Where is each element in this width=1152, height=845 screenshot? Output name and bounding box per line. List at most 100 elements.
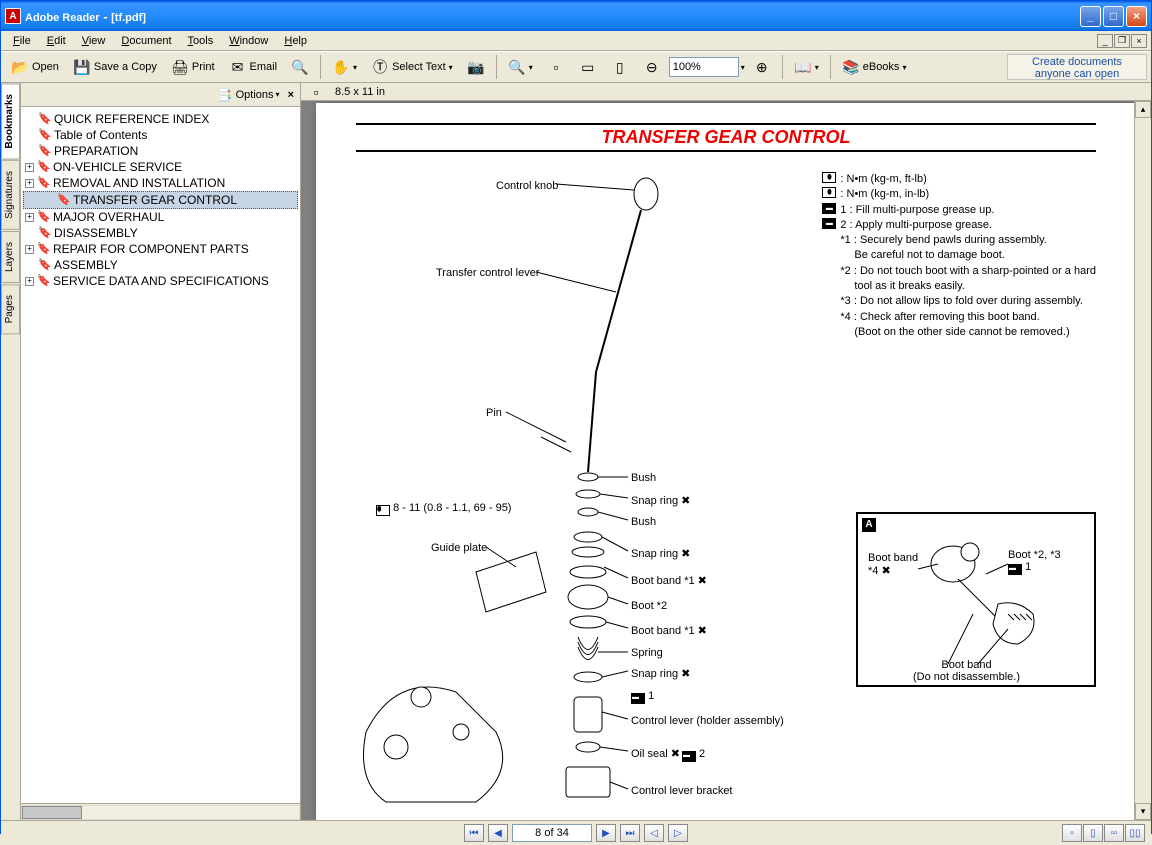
bookmark-item[interactable]: 🔖Table of Contents (23, 127, 298, 143)
tab-signatures[interactable]: Signatures (1, 160, 20, 230)
select-text-button[interactable]: ⓉSelect Text▾ (365, 54, 459, 80)
zoom-plus-button[interactable]: ⊕ (747, 54, 777, 80)
bookmark-label: PREPARATION (54, 144, 296, 158)
bookmark-item[interactable]: 🔖PREPARATION (23, 143, 298, 159)
menu-window[interactable]: Window (221, 33, 276, 49)
search-button[interactable]: 🔍 (285, 54, 315, 80)
scroll-up-button[interactable]: ▴ (1135, 101, 1151, 118)
bookmark-item[interactable]: +🔖REMOVAL AND INSTALLATION (23, 175, 298, 191)
zoom-out-button[interactable]: ⊖ (637, 54, 667, 80)
mdi-minimize-button[interactable]: _ (1097, 34, 1113, 48)
page-actual-icon: ▫ (547, 58, 565, 76)
camera-icon: 📷 (467, 58, 485, 76)
bookmark-icon: 🔖 (37, 242, 51, 256)
toolbar: 📂Open 💾Save a Copy 🖨Print ✉Email 🔍 ✋▾ ⓉS… (1, 51, 1151, 83)
bookmark-label: DISASSEMBLY (54, 226, 296, 240)
minus-circle-icon: ⊖ (643, 58, 661, 76)
menu-edit[interactable]: Edit (39, 33, 74, 49)
bookmark-item[interactable]: +🔖MAJOR OVERHAUL (23, 209, 298, 225)
page-dimensions: 8.5 x 11 in (335, 86, 385, 98)
expand-icon[interactable]: + (25, 213, 34, 222)
mdi-close-button[interactable]: × (1131, 34, 1147, 48)
menu-view[interactable]: View (74, 33, 114, 49)
bookmark-icon: 🔖 (37, 160, 51, 174)
next-page-button[interactable]: ▶ (596, 824, 616, 842)
open-button[interactable]: 📂Open (5, 54, 65, 80)
page-number-input[interactable] (512, 824, 592, 842)
expand-icon[interactable]: + (25, 277, 34, 286)
navigation-bar: ⏮ ◀ ▶ ⏭ ◁ ▷ ▫ ▯ ▫▫ ▯▯ (1, 820, 1151, 845)
bookmark-item[interactable]: 🔖TRANSFER GEAR CONTROL (23, 191, 298, 209)
close-button[interactable]: × (1126, 6, 1147, 27)
fit-page-button[interactable]: ▭ (573, 54, 603, 80)
tab-layers[interactable]: Layers (1, 231, 20, 283)
document-page: TRANSFER GEAR CONTROL ⬮: N•m (kg-m, ft-l… (316, 103, 1136, 820)
bookmark-label: SERVICE DATA AND SPECIFICATIONS (53, 274, 296, 288)
plus-circle-icon: ⊕ (753, 58, 771, 76)
snapshot-button[interactable]: 📷 (461, 54, 491, 80)
last-page-button[interactable]: ⏭ (620, 824, 640, 842)
first-page-button[interactable]: ⏮ (464, 824, 484, 842)
bookmark-item[interactable]: 🔖QUICK REFERENCE INDEX (23, 111, 298, 127)
minimize-button[interactable]: _ (1080, 6, 1101, 27)
hand-tool-button[interactable]: ✋▾ (326, 54, 363, 80)
save-copy-button[interactable]: 💾Save a Copy (67, 54, 163, 80)
floppy-icon: 💾 (73, 58, 91, 76)
envelope-icon: ✉ (229, 58, 247, 76)
tab-pages[interactable]: Pages (1, 284, 20, 334)
bookmark-item[interactable]: +🔖REPAIR FOR COMPONENT PARTS (23, 241, 298, 257)
page-size-icon: ▫ (307, 83, 325, 101)
app-icon: A (5, 8, 21, 24)
document-vscroll[interactable]: ▴ ▾ (1134, 101, 1151, 820)
bookmark-label: Table of Contents (54, 128, 296, 142)
expand-icon[interactable]: + (25, 179, 34, 188)
facing-view-button[interactable]: ▫▫ (1104, 824, 1124, 842)
email-button[interactable]: ✉Email (223, 54, 284, 80)
read-aloud-button[interactable]: 📖▾ (788, 54, 825, 80)
bookmark-label: REMOVAL AND INSTALLATION (53, 176, 296, 190)
zoom-input[interactable] (669, 57, 739, 77)
binoculars-icon: 🔍 (291, 58, 309, 76)
menu-file[interactable]: File (5, 33, 39, 49)
next-view-button[interactable]: ▷ (668, 824, 688, 842)
folder-open-icon: 📂 (11, 58, 29, 76)
close-panel-button[interactable]: × (288, 89, 294, 101)
single-page-view-button[interactable]: ▫ (1062, 824, 1082, 842)
zoom-in-button[interactable]: 🔍▾ (502, 54, 539, 80)
inset-a: A (856, 512, 1096, 687)
bookmark-label: ASSEMBLY (54, 258, 296, 272)
prev-page-button[interactable]: ◀ (488, 824, 508, 842)
fit-width-icon: ▯ (611, 58, 629, 76)
sidebar-hscroll[interactable] (21, 803, 300, 820)
options-dropdown[interactable]: 📑Options ▾ (216, 86, 280, 104)
continuous-facing-view-button[interactable]: ▯▯ (1125, 824, 1145, 842)
bookmark-item[interactable]: +🔖ON-VEHICLE SERVICE (23, 159, 298, 175)
fit-width-button[interactable]: ▯ (605, 54, 635, 80)
mdi-restore-button[interactable]: ❐ (1114, 34, 1130, 48)
bookmark-label: REPAIR FOR COMPONENT PARTS (53, 242, 296, 256)
text-select-icon: Ⓣ (371, 58, 389, 76)
continuous-view-button[interactable]: ▯ (1083, 824, 1103, 842)
menu-document[interactable]: Document (113, 33, 179, 49)
bookmark-icon: 🔖 (38, 258, 52, 272)
menu-help[interactable]: Help (276, 33, 315, 49)
scroll-down-button[interactable]: ▾ (1135, 803, 1151, 820)
bookmark-item[interactable]: 🔖DISASSEMBLY (23, 225, 298, 241)
bookmark-icon: 🔖 (38, 112, 52, 126)
menu-tools[interactable]: Tools (180, 33, 222, 49)
print-button[interactable]: 🖨Print (165, 54, 221, 80)
maximize-button[interactable]: □ (1103, 6, 1124, 27)
tab-bookmarks[interactable]: Bookmarks (1, 83, 20, 159)
window-titlebar: A Adobe Reader - [tf.pdf] _ □ × (1, 1, 1151, 31)
bookmark-item[interactable]: 🔖ASSEMBLY (23, 257, 298, 273)
page-title: TRANSFER GEAR CONTROL (356, 123, 1096, 152)
ad-create-documents[interactable]: Create documentsanyone can open (1007, 54, 1147, 80)
prev-view-button[interactable]: ◁ (644, 824, 664, 842)
ebooks-button[interactable]: 📚eBooks▾ (836, 54, 913, 80)
bookmark-label: MAJOR OVERHAUL (53, 210, 296, 224)
actual-size-button[interactable]: ▫ (541, 54, 571, 80)
bookmark-item[interactable]: +🔖SERVICE DATA AND SPECIFICATIONS (23, 273, 298, 289)
bookmark-icon: 🔖 (37, 176, 51, 190)
expand-icon[interactable]: + (25, 245, 34, 254)
expand-icon[interactable]: + (25, 163, 34, 172)
